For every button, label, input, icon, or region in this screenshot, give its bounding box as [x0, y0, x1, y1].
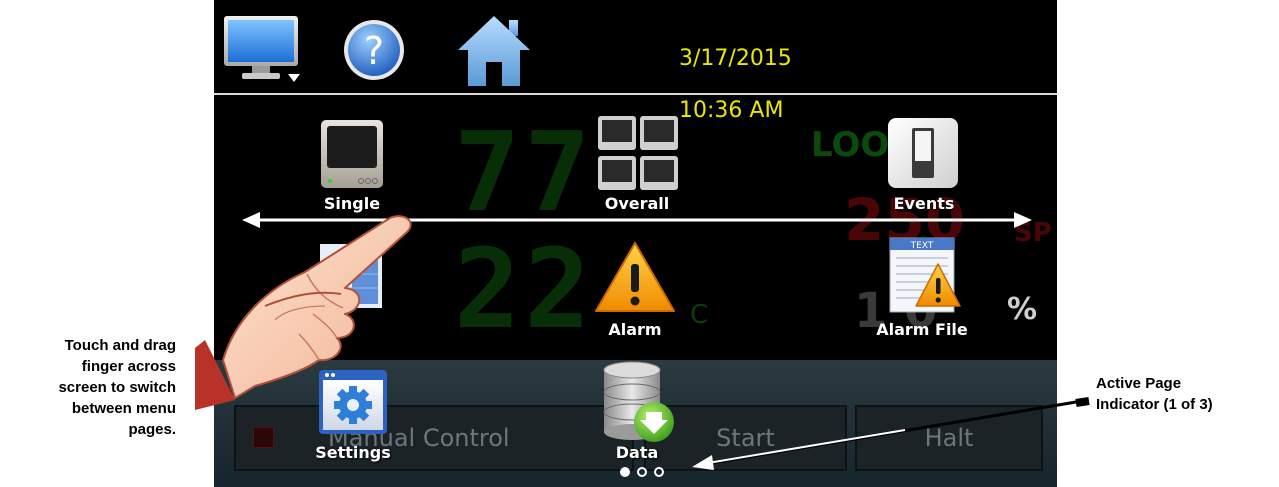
pointing-finger-icon — [195, 215, 412, 410]
callout-pointer-arrow — [692, 397, 1090, 470]
